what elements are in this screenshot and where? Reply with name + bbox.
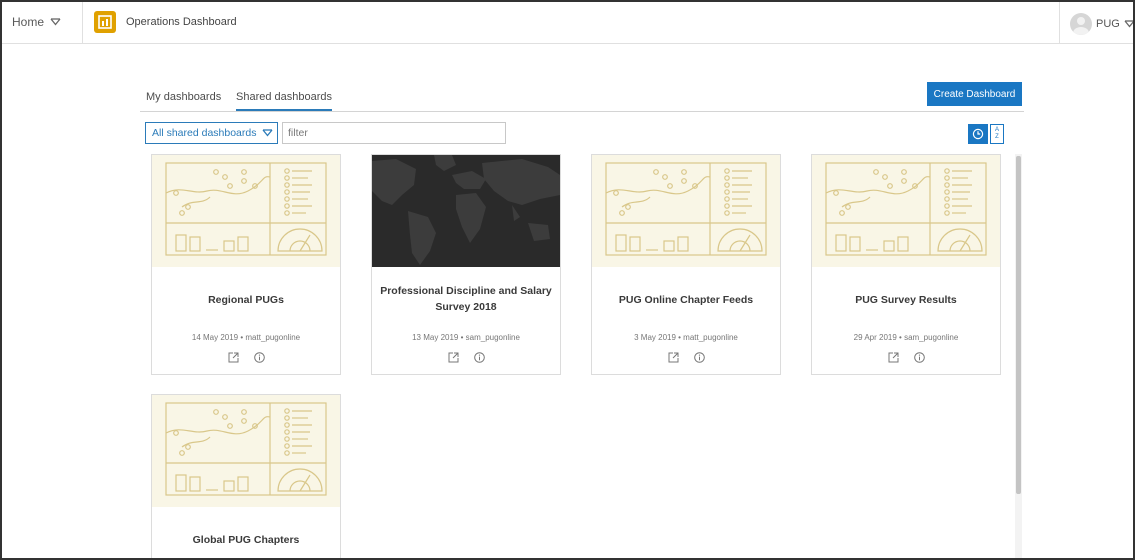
- open-in-new-icon[interactable]: [447, 351, 459, 363]
- filter-input[interactable]: [282, 122, 506, 144]
- info-icon[interactable]: [473, 351, 485, 363]
- info-icon[interactable]: [913, 351, 925, 363]
- card-date: 14 May 2019: [191, 333, 239, 342]
- card-date: 3 May 2019: [634, 333, 676, 342]
- user-menu[interactable]: PUG: [1070, 13, 1133, 35]
- meta-separator: •: [896, 333, 905, 342]
- card-owner: matt_pugonline: [245, 333, 301, 342]
- scrollbar-thumb[interactable]: [1016, 156, 1021, 494]
- top-navigation-bar: Home Operations Dashboard PUG: [2, 2, 1133, 44]
- sort-by-date-button[interactable]: [968, 124, 988, 144]
- tab-shared-dashboards[interactable]: Shared dashboards: [236, 91, 333, 111]
- dashboard-thumbnail: [152, 395, 340, 507]
- card-actions: [592, 351, 780, 363]
- chevron-down-icon: [262, 129, 273, 137]
- card-title[interactable]: PUG Survey Results: [820, 292, 992, 308]
- card-meta: 3 May 2019 • matt_pugonline: [592, 333, 780, 342]
- divider: [1059, 2, 1060, 44]
- create-dashboard-button[interactable]: Create Dashboard: [927, 82, 1022, 106]
- card-date: 29 Apr 2019: [853, 333, 897, 342]
- operations-dashboard-logo-icon: [94, 11, 116, 33]
- open-in-new-icon[interactable]: [887, 351, 899, 363]
- select-value: All shared dashboards: [152, 127, 257, 139]
- dashboard-thumbnail: [592, 155, 780, 267]
- dashboard-card[interactable]: PUG Online Chapter Feeds 3 May 2019 • mat…: [591, 154, 781, 375]
- info-icon[interactable]: [253, 351, 265, 363]
- dashboard-card[interactable]: PUG Survey Results 29 Apr 2019 • sam_pugo…: [811, 154, 1001, 375]
- world-map-thumbnail: [372, 155, 560, 267]
- dashboard-thumbnail: [812, 155, 1000, 267]
- chevron-down-icon: [1124, 20, 1133, 28]
- meta-separator: •: [458, 333, 466, 342]
- card-title[interactable]: Regional PUGs: [160, 292, 332, 308]
- card-title[interactable]: Professional Discipline and Salary Surve…: [380, 283, 552, 315]
- card-owner: sam_pugonline: [904, 333, 959, 342]
- card-actions: [152, 351, 340, 363]
- card-title[interactable]: PUG Online Chapter Feeds: [600, 292, 772, 308]
- sort-alphabetical-button[interactable]: A Z: [990, 124, 1004, 144]
- open-in-new-icon[interactable]: [227, 351, 239, 363]
- user-label: PUG: [1096, 18, 1120, 30]
- sort-az-icon: A Z: [994, 127, 999, 140]
- home-menu[interactable]: Home: [12, 15, 61, 29]
- dashboard-tabs: My dashboards Shared dashboards: [140, 82, 1024, 112]
- dashboard-card[interactable]: Global PUG Chapters: [151, 394, 341, 558]
- home-label: Home: [12, 15, 45, 29]
- card-title[interactable]: Global PUG Chapters: [160, 532, 332, 548]
- divider: [82, 2, 83, 44]
- dashboard-card[interactable]: Regional PUGs 14 May 2019 • matt_pugonlin…: [151, 154, 341, 375]
- card-owner: sam_pugonline: [465, 333, 520, 342]
- dashboard-thumbnail: [152, 155, 340, 267]
- card-meta: 14 May 2019 • matt_pugonline: [152, 333, 340, 342]
- info-icon[interactable]: [693, 351, 705, 363]
- card-owner: matt_pugonline: [683, 333, 738, 342]
- dashboard-card[interactable]: Professional Discipline and Salary Surve…: [371, 154, 561, 375]
- dashboard-scope-select[interactable]: All shared dashboards: [145, 122, 278, 144]
- app-window: Home Operations Dashboard PUG My dashboa…: [0, 0, 1135, 560]
- card-meta: 13 May 2019 • sam_pugonline: [372, 333, 560, 342]
- card-actions: [812, 351, 1000, 363]
- card-actions: [372, 351, 560, 363]
- tab-my-dashboards[interactable]: My dashboards: [146, 91, 221, 111]
- clock-icon: [972, 128, 984, 140]
- open-in-new-icon[interactable]: [667, 351, 679, 363]
- app-title: Operations Dashboard: [126, 16, 237, 28]
- chevron-down-icon: [50, 18, 61, 26]
- avatar: [1070, 13, 1092, 35]
- card-date: 13 May 2019: [412, 333, 459, 342]
- card-meta: 29 Apr 2019 • sam_pugonline: [812, 333, 1000, 342]
